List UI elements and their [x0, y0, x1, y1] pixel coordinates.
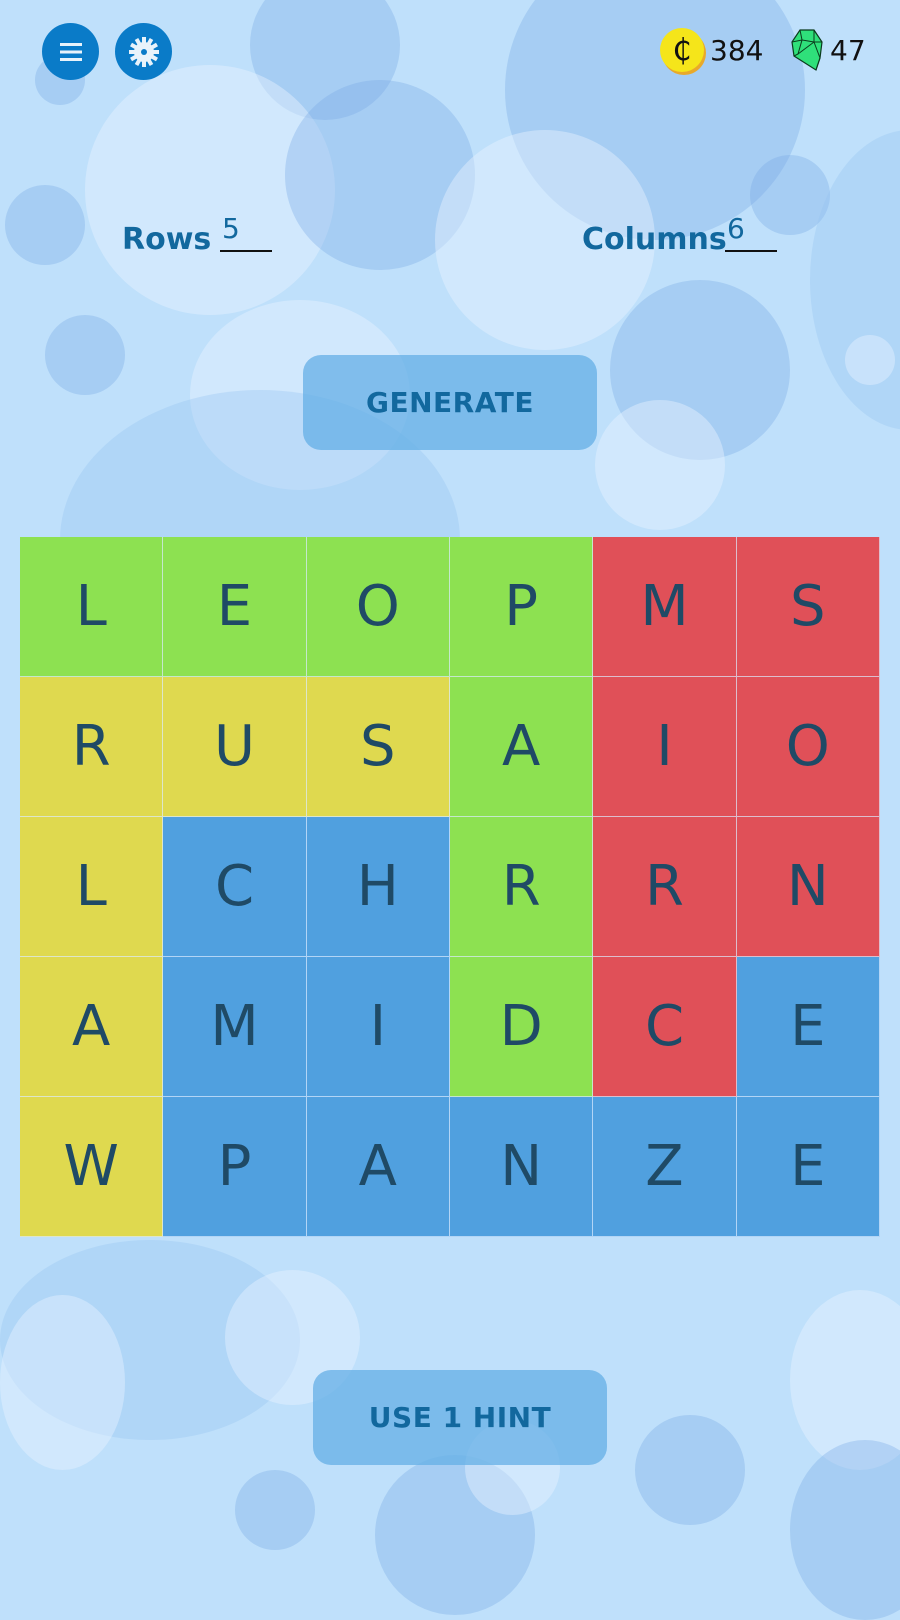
settings-button[interactable] [115, 23, 172, 80]
columns-input[interactable]: 6 [725, 214, 777, 252]
gear-icon [128, 36, 159, 67]
grid-cell[interactable]: E [736, 1097, 880, 1237]
grid-cell[interactable]: P [449, 537, 594, 677]
grid-cell[interactable]: M [593, 537, 737, 677]
letter-grid: LEOPMSRUSAIOLCHRRNAMIDCEWPANZE [20, 537, 880, 1237]
grid-cell[interactable]: H [306, 817, 450, 957]
grid-cell[interactable]: W [20, 1097, 164, 1237]
grid-cell[interactable]: I [306, 957, 450, 1097]
rows-input[interactable]: 5 [220, 214, 272, 252]
columns-label: Columns [582, 222, 727, 257]
grid-cell[interactable]: R [20, 677, 164, 817]
coin-counter: ₵ 384 [660, 28, 763, 72]
gem-count: 47 [830, 33, 866, 67]
grid-cell[interactable]: E [163, 537, 307, 677]
grid-cell[interactable]: N [736, 817, 880, 957]
menu-button[interactable] [42, 23, 99, 80]
grid-cell[interactable]: S [736, 537, 880, 677]
grid-cell[interactable]: L [20, 537, 164, 677]
hamburger-menu-icon [59, 42, 82, 61]
rows-label: Rows [122, 222, 212, 257]
grid-cell[interactable]: A [20, 957, 164, 1097]
generate-button[interactable]: GENERATE [303, 355, 597, 450]
generate-button-label: GENERATE [366, 386, 534, 419]
coin-icon: ₵ [660, 28, 704, 72]
grid-cell[interactable]: N [449, 1097, 594, 1237]
grid-cell[interactable]: E [736, 957, 880, 1097]
grid-cell[interactable]: O [736, 677, 880, 817]
grid-cell[interactable]: S [306, 677, 450, 817]
gem-icon [791, 29, 823, 71]
grid-cell[interactable]: C [163, 817, 307, 957]
grid-cell[interactable]: L [20, 817, 164, 957]
grid-cell[interactable]: M [163, 957, 307, 1097]
grid-cell[interactable]: D [449, 957, 594, 1097]
grid-cell[interactable]: P [163, 1097, 307, 1237]
grid-cell[interactable]: A [449, 677, 594, 817]
grid-cell[interactable]: A [306, 1097, 450, 1237]
grid-cell[interactable]: R [593, 817, 737, 957]
use-hint-button-label: USE 1 HINT [368, 1401, 552, 1434]
grid-cell[interactable]: Z [593, 1097, 737, 1237]
coin-count: 384 [710, 33, 764, 67]
gem-counter: 47 [790, 28, 866, 72]
grid-cell[interactable]: R [449, 817, 594, 957]
use-hint-button[interactable]: USE 1 HINT [313, 1370, 607, 1465]
grid-cell[interactable]: U [163, 677, 307, 817]
grid-cell[interactable]: O [306, 537, 450, 677]
grid-cell[interactable]: C [593, 957, 737, 1097]
grid-cell[interactable]: I [593, 677, 737, 817]
